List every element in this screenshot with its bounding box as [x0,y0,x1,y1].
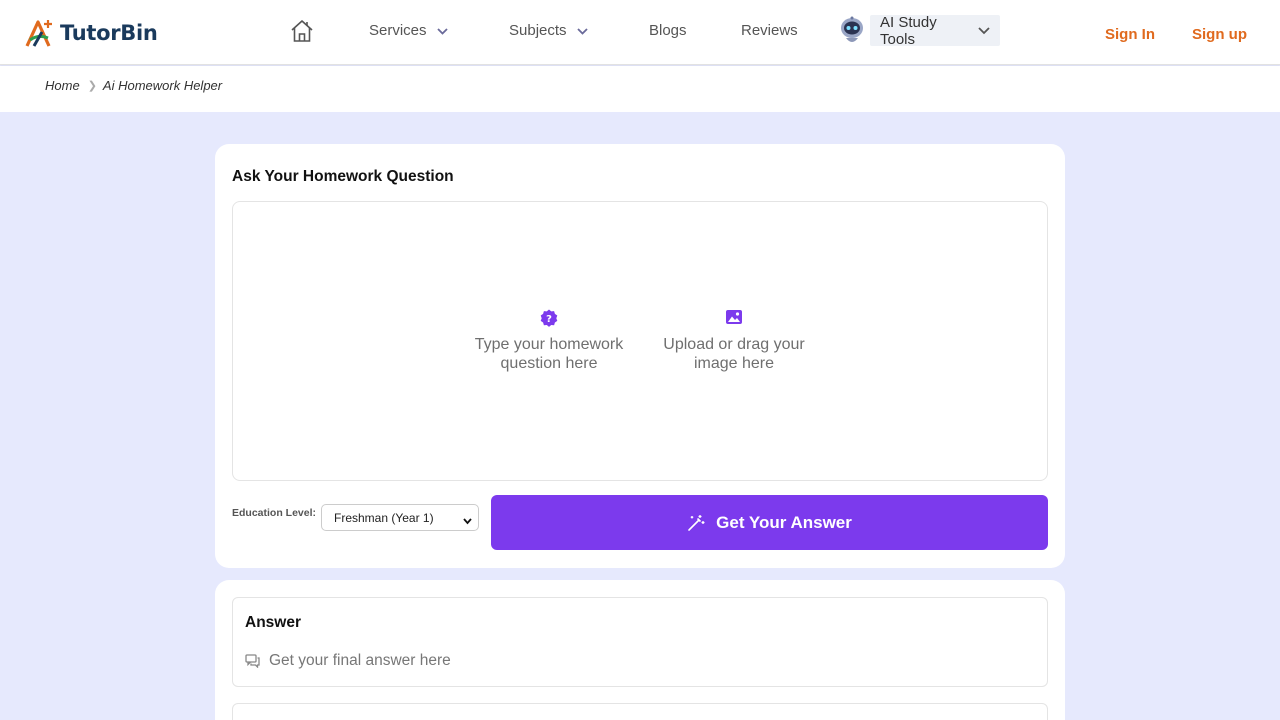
type-question-option[interactable]: ? Type your homework question here [469,309,629,373]
ai-study-tools-label: AI Study Tools [880,13,937,48]
answer-hint-text: Get your final answer here [269,652,451,669]
breadcrumb: Home ❯ Ai Homework Helper [45,78,222,93]
chevron-down-icon [436,22,448,39]
magic-wand-icon [688,514,705,531]
question-input-area[interactable]: ? Type your homework question here Uploa… [232,201,1048,481]
sign-in-link[interactable]: Sign In [1105,26,1155,43]
brand-logo[interactable]: TutorBin [24,18,158,48]
education-level-select[interactable]: Freshman (Year 1) [321,504,479,531]
tutorbin-logo-icon [25,20,52,47]
question-card: Ask Your Homework Question ? Type your h… [215,144,1065,568]
nav-subjects-label: Subjects [509,22,567,39]
breadcrumb-bar: Home ❯ Ai Homework Helper [0,66,1280,112]
education-level-label: Education Level: [232,507,317,519]
answer-box: Answer Get your final answer here [232,597,1048,687]
answer-card: Answer Get your final answer here [215,580,1065,720]
get-answer-label: Get Your Answer [716,512,852,532]
nav-subjects[interactable]: Subjects [509,22,588,39]
chat-icon [245,654,260,668]
upload-image-label: Upload or drag your image here [663,336,805,372]
svg-text:?: ? [546,314,552,325]
chevron-down-icon [978,22,990,39]
nav-reviews[interactable]: Reviews [741,22,798,39]
nav-ai-study-tools[interactable]: AI Study Tools [838,13,1000,48]
image-icon [726,310,742,324]
nav-services[interactable]: Services [369,22,448,39]
answer-hint: Get your final answer here [245,652,451,670]
chevron-down-icon [576,22,588,39]
get-answer-button[interactable]: Get Your Answer [491,495,1048,550]
nav-home-button[interactable] [289,18,315,44]
breadcrumb-current: Ai Homework Helper [102,78,223,93]
home-icon [291,20,313,42]
breadcrumb-separator-icon: ❯ [87,80,97,92]
ai-study-tools-dropdown[interactable]: AI Study Tools [870,13,1000,48]
type-question-label: Type your homework question here [474,336,624,372]
question-card-title: Ask Your Homework Question [232,168,454,185]
breadcrumb-home[interactable]: Home [45,78,80,93]
sign-up-link[interactable]: Sign up [1192,26,1247,43]
brand-name: TutorBin [60,21,158,45]
nav-blogs[interactable]: Blogs [649,22,687,39]
answer-title: Answer [245,614,301,631]
answer-secondary-box [232,703,1048,720]
nav-services-label: Services [369,22,427,39]
education-level-value: Freshman (Year 1) [334,510,434,525]
upload-image-option[interactable]: Upload or drag your image here [654,309,814,373]
question-badge-icon: ? [540,309,558,327]
robot-icon [841,16,863,42]
chevron-down-icon [463,514,472,528]
top-navigation-bar: TutorBin Services Subjects Blogs Reviews [0,0,1280,65]
